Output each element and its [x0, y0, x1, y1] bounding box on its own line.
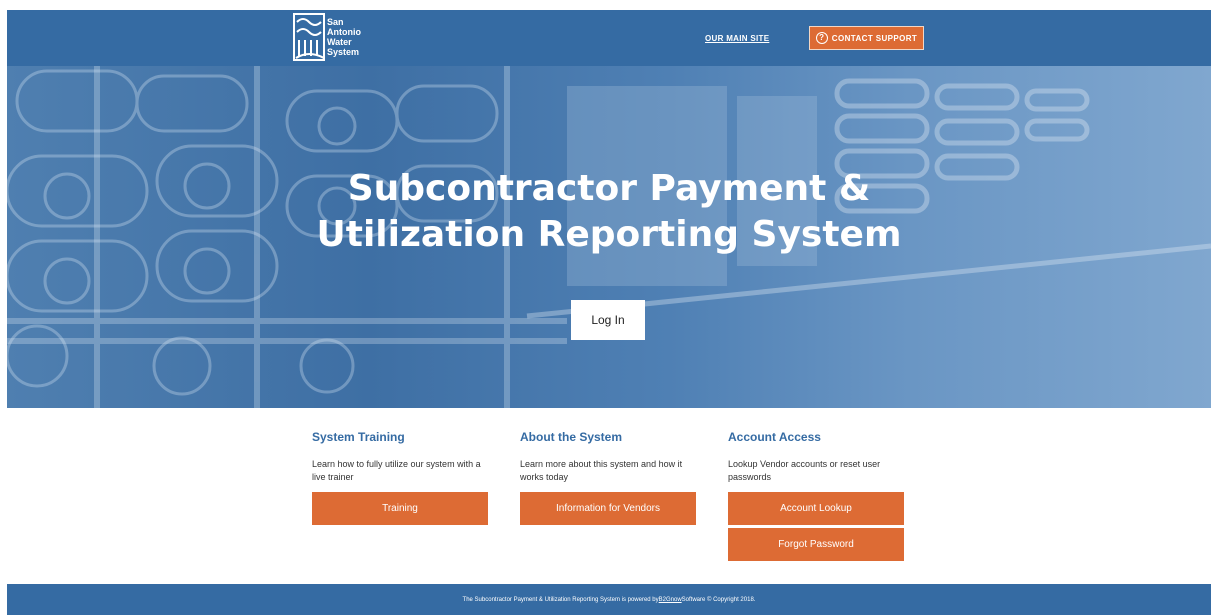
page: San Antonio Water System OUR MAIN SITE ?…	[0, 0, 1211, 615]
b2gnow-link[interactable]: B2Gnow	[659, 597, 682, 603]
training-button[interactable]: Training	[312, 492, 488, 525]
about-system-section: About the System Learn more about this s…	[520, 430, 698, 528]
logo-line-3: Water	[327, 37, 352, 47]
contact-support-label: CONTACT SUPPORT	[831, 33, 918, 43]
forgot-password-button[interactable]: Forgot Password	[728, 528, 904, 561]
information-for-vendors-button[interactable]: Information for Vendors	[520, 492, 696, 525]
section-heading: Account Access	[728, 430, 821, 444]
logo-line-1: San	[327, 17, 344, 27]
account-lookup-button[interactable]: Account Lookup	[728, 492, 904, 525]
login-button[interactable]: Log In	[571, 300, 645, 340]
logo-line-4: System	[327, 47, 360, 57]
contact-support-button[interactable]: ? CONTACT SUPPORT	[809, 26, 924, 50]
hero-title-line-1: Subcontractor Payment &	[347, 168, 871, 209]
footer-text-end: Software © Copyright 2018.	[681, 596, 756, 603]
hero-title: Subcontractor Payment & Utilization Repo…	[7, 166, 1211, 258]
saws-logo[interactable]: San Antonio Water System	[293, 12, 403, 64]
system-training-section: System Training Learn how to fully utili…	[312, 430, 490, 528]
section-heading: System Training	[312, 430, 405, 444]
section-description: Learn more about this system and how it …	[520, 459, 683, 482]
section-heading: About the System	[520, 430, 623, 444]
section-description: Learn how to fully utilize our system wi…	[312, 459, 481, 482]
hero-banner: Subcontractor Payment & Utilization Repo…	[7, 66, 1211, 408]
saws-logo-icon	[293, 13, 325, 61]
account-access-section: Account Access Lookup Vendor accounts or…	[728, 430, 906, 564]
footer-text-start: The Subcontractor Payment & Utilization …	[462, 596, 659, 603]
main-site-link[interactable]: OUR MAIN SITE	[705, 34, 769, 43]
hero-title-line-2: Utilization Reporting System	[316, 214, 902, 255]
section-description: Lookup Vendor accounts or reset user pas…	[728, 459, 881, 482]
help-circle-icon: ?	[815, 32, 828, 44]
top-navigation-bar: San Antonio Water System OUR MAIN SITE ?…	[7, 10, 1211, 66]
logo-wordmark: San Antonio Water System	[327, 17, 361, 57]
footer: The Subcontractor Payment & Utilization …	[7, 584, 1211, 615]
logo-line-2: Antonio	[327, 27, 361, 37]
